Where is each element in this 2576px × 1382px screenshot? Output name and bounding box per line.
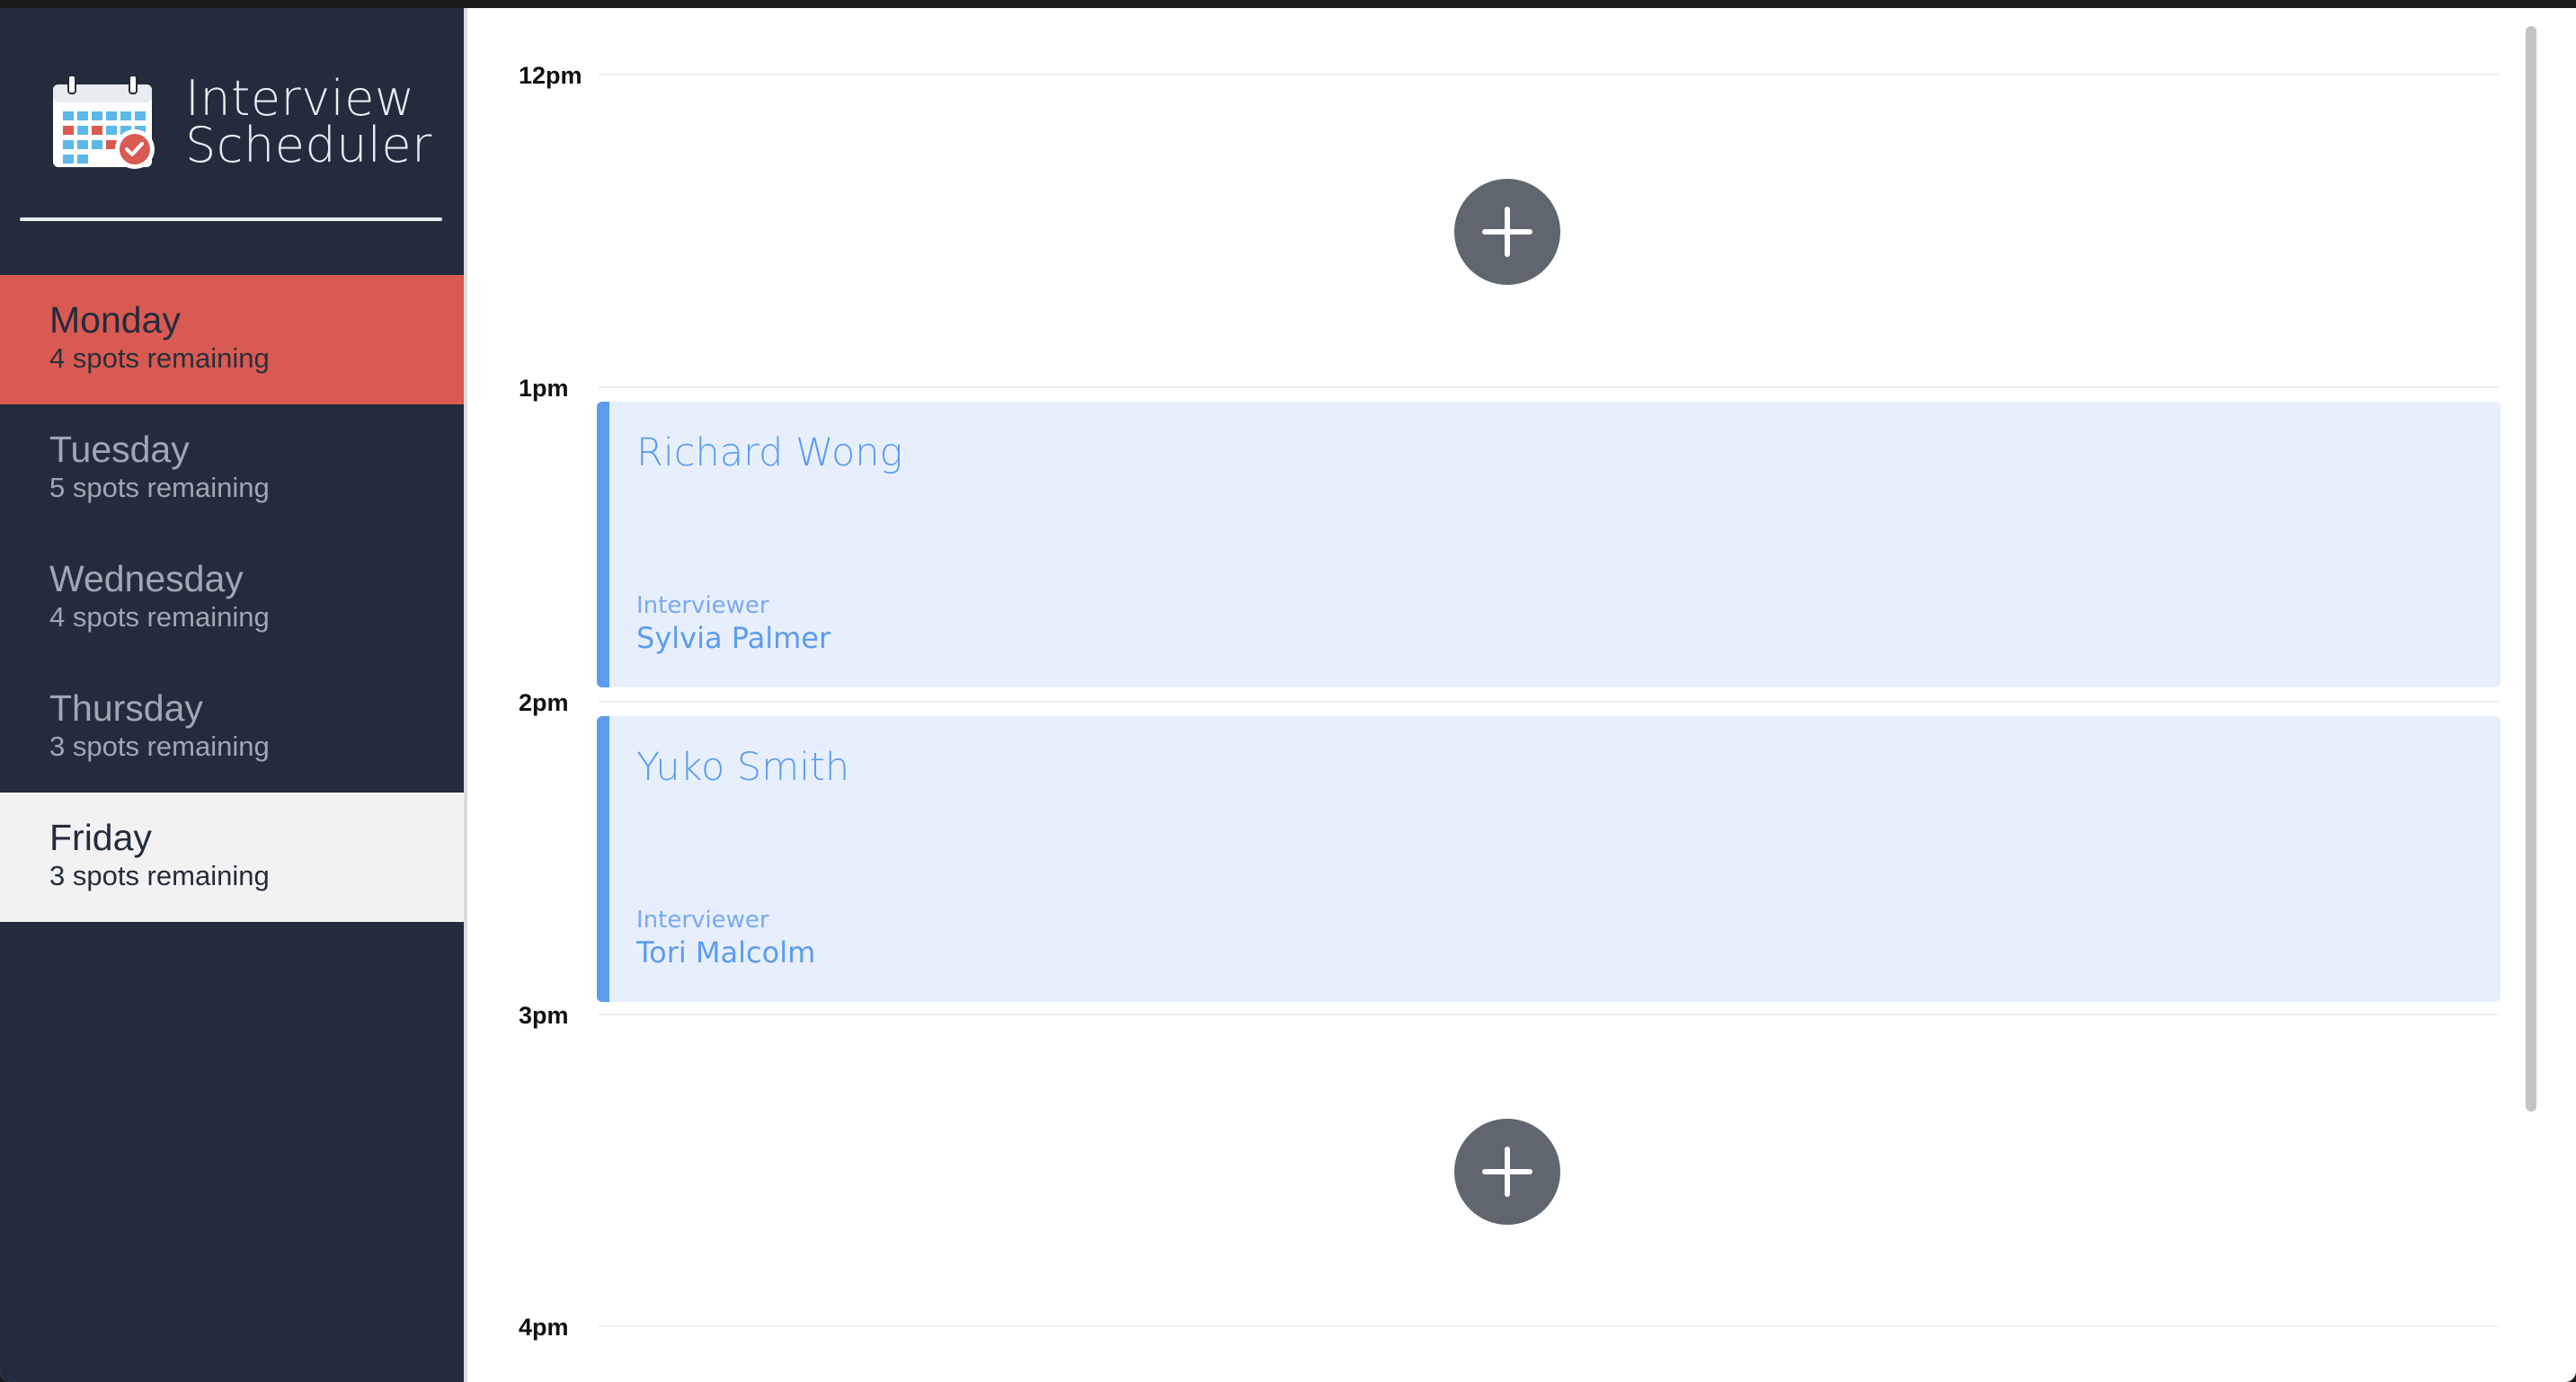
- interviewer-name: Sylvia Palmer: [636, 621, 831, 655]
- day-name: Monday: [49, 299, 181, 341]
- hour-label: 3pm: [519, 1002, 569, 1029]
- day-spots: 3 spots remaining: [49, 860, 270, 891]
- day-item-tuesday[interactable]: Tuesday 5 spots remaining: [0, 404, 464, 534]
- hour-divider: [599, 1014, 2499, 1015]
- hour-label: 1pm: [519, 375, 569, 402]
- day-list: Monday 4 spots remaining Tuesday 5 spots…: [0, 275, 464, 922]
- hour-divider: [599, 701, 2499, 703]
- appointment-card[interactable]: Yuko Smith Interviewer Tori Malcolm: [597, 716, 2500, 1002]
- day-name: Friday: [49, 817, 152, 858]
- app-title: Interview Scheduler: [185, 70, 432, 173]
- day-item-thursday[interactable]: Thursday 3 spots remaining: [0, 663, 464, 793]
- hour-divider: [599, 1325, 2499, 1327]
- add-appointment-button[interactable]: [1454, 1119, 1560, 1225]
- calendar-check-icon: [53, 75, 155, 169]
- day-item-friday[interactable]: Friday 3 spots remaining: [0, 793, 464, 922]
- hour-label: 12pm: [519, 62, 582, 89]
- app-title-line2: Scheduler: [185, 117, 432, 173]
- scrollbar-thumb[interactable]: [2526, 26, 2536, 1112]
- app-window: Interview Scheduler Monday 4 spots remai…: [0, 8, 2576, 1382]
- interviewer-label: Interviewer: [636, 592, 769, 619]
- day-item-wednesday[interactable]: Wednesday 4 spots remaining: [0, 534, 464, 663]
- day-spots: 4 spots remaining: [49, 342, 270, 374]
- hour-divider: [599, 74, 2499, 75]
- sidebar-divider: [20, 217, 442, 221]
- plus-icon: [1482, 207, 1532, 257]
- day-spots: 5 spots remaining: [49, 472, 270, 503]
- day-spots: 4 spots remaining: [49, 601, 270, 633]
- schedule[interactable]: 12pm 1pm Richard Wong Interviewer Sylvia…: [464, 8, 2551, 1382]
- day-name: Thursday: [49, 687, 203, 729]
- app-title-line1: Interview: [185, 70, 415, 127]
- student-name: Yuko Smith: [636, 745, 850, 790]
- student-name: Richard Wong: [636, 430, 903, 475]
- brand: Interview Scheduler: [50, 64, 431, 181]
- sidebar: Interview Scheduler Monday 4 spots remai…: [0, 8, 464, 1382]
- scrollbar[interactable]: [2526, 8, 2545, 1382]
- hour-divider: [599, 386, 2499, 388]
- interviewer-label: Interviewer: [636, 907, 769, 934]
- hour-label: 4pm: [519, 1314, 569, 1341]
- day-name: Tuesday: [49, 429, 190, 470]
- day-spots: 3 spots remaining: [49, 731, 270, 762]
- add-appointment-button[interactable]: [1454, 179, 1560, 285]
- day-name: Wednesday: [49, 558, 244, 599]
- plus-icon: [1482, 1147, 1532, 1197]
- interviewer-name: Tori Malcolm: [636, 935, 816, 970]
- day-item-monday[interactable]: Monday 4 spots remaining: [0, 275, 464, 404]
- appointment-card[interactable]: Richard Wong Interviewer Sylvia Palmer: [597, 402, 2500, 687]
- hour-label: 2pm: [519, 689, 569, 716]
